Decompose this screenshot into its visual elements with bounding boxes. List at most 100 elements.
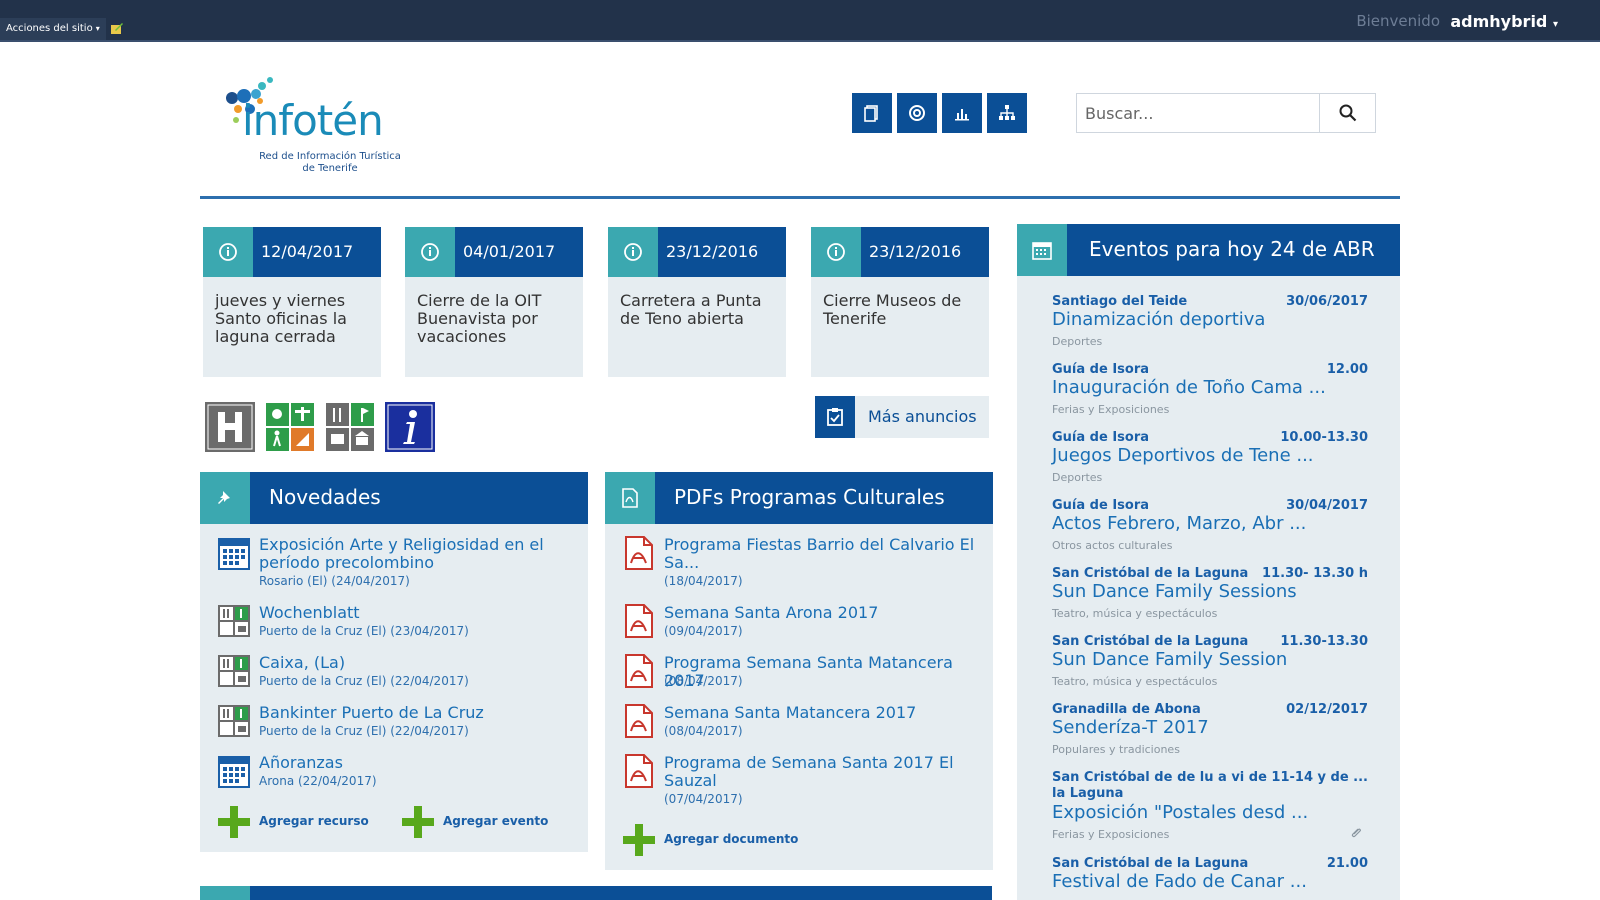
plus-icon bbox=[623, 824, 655, 856]
sitemap-icon bbox=[999, 105, 1015, 120]
list-item[interactable]: Caixa, (La) Puerto de la Cruz (El) (22/0… bbox=[218, 654, 578, 690]
calendar-icon bbox=[218, 756, 250, 788]
info-point-icon[interactable] bbox=[385, 402, 435, 452]
add-resource-button[interactable]: Agregar recurso bbox=[218, 806, 378, 840]
more-announcements-button[interactable]: Más anuncios bbox=[815, 396, 989, 438]
search-box bbox=[1076, 93, 1376, 133]
item-title: Bankinter Puerto de La Cruz bbox=[259, 703, 484, 722]
event-category: Ferias y Exposiciones bbox=[1052, 403, 1170, 416]
announcement-card[interactable]: 23/12/2016 Carretera a Punta de Teno abi… bbox=[608, 227, 786, 377]
event-item[interactable]: San Cristóbal de la Laguna 21.00 Festiva… bbox=[1052, 856, 1368, 900]
item-title: Wochenblatt bbox=[259, 603, 360, 622]
event-time: 02/12/2017 bbox=[1286, 702, 1368, 717]
list-item[interactable]: Semana Santa Arona 2017 (09/04/2017) bbox=[623, 604, 983, 640]
search-input[interactable] bbox=[1077, 94, 1317, 132]
item-subtitle: (08/04/2017) bbox=[664, 724, 743, 738]
event-place: San Cristóbal de la Laguna bbox=[1052, 634, 1249, 649]
item-title: Semana Santa Matancera 2017 bbox=[664, 703, 917, 722]
announcement-date: 12/04/2017 bbox=[261, 242, 354, 261]
logo-subtitle-line-2: de Tenerife bbox=[302, 163, 358, 174]
event-title: Sun Dance Family Sessions bbox=[1052, 581, 1297, 602]
event-title: Actos Febrero, Marzo, Abr ... bbox=[1052, 513, 1307, 534]
event-item[interactable]: Guía de Isora 10.00-13.30 Juegos Deporti… bbox=[1052, 430, 1368, 484]
event-item[interactable]: Santiago del Teide 30/06/2017 Dinamizaci… bbox=[1052, 294, 1368, 348]
announcement-header: 04/01/2017 bbox=[405, 227, 583, 277]
event-item[interactable]: Guía de Isora 30/04/2017 Actos Febrero, … bbox=[1052, 498, 1368, 552]
event-title: Senderíza-T 2017 bbox=[1052, 717, 1209, 738]
page: Acciones del sitio ▾ Bienvenido admhybrid… bbox=[0, 0, 1600, 900]
event-place: Guía de Isora bbox=[1052, 430, 1150, 445]
pdf-icon bbox=[625, 536, 653, 570]
item-subtitle: (09/04/2017) bbox=[664, 624, 743, 638]
list-item[interactable]: Exposición Arte y Religiosidad en el perí… bbox=[218, 535, 578, 588]
add-document-button[interactable]: Agregar documento bbox=[623, 824, 823, 858]
announcement-date: 23/12/2016 bbox=[869, 242, 962, 261]
list-item[interactable]: Programa Fiestas Barrio del Calvario El S… bbox=[623, 536, 984, 588]
item-subtitle: (18/04/2017) bbox=[664, 574, 743, 588]
announcement-card[interactable]: 23/12/2016 Cierre Museos de Tenerife bbox=[811, 227, 989, 377]
activities-icon[interactable] bbox=[265, 402, 315, 452]
item-title: Programa Fiestas Barrio del Calvario El S… bbox=[664, 536, 984, 572]
item-title: Programa de Semana Santa 2017 El Sauzal bbox=[664, 754, 984, 790]
event-time: 12.00 bbox=[1326, 362, 1368, 377]
announcement-card[interactable]: 12/04/2017 jueves y viernes Santo oficin… bbox=[203, 227, 381, 377]
event-place: Guía de Isora bbox=[1052, 362, 1150, 377]
calendar-icon bbox=[218, 538, 250, 570]
list-item[interactable]: Semana Santa Matancera 2017 (08/04/2017) bbox=[623, 704, 983, 740]
announcement-text: Cierre de la OIT Buenavista por vacacion… bbox=[417, 291, 542, 346]
list-item[interactable]: Bankinter Puerto de La Cruz Puerto de la… bbox=[218, 704, 578, 740]
site-actions-menu[interactable]: Acciones del sitio ▾ bbox=[0, 18, 106, 40]
logo-subtitle-line-1: Red de Información Turística bbox=[259, 151, 401, 162]
event-time: 30/04/2017 bbox=[1286, 498, 1368, 513]
event-title: Sun Dance Family Session bbox=[1052, 649, 1288, 670]
event-time: 11.30-13.30 bbox=[1280, 634, 1368, 649]
event-title: Juegos Deportivos de Tene ... bbox=[1052, 445, 1314, 466]
add-event-label: Agregar evento bbox=[443, 814, 549, 828]
announcement-date: 04/01/2017 bbox=[463, 242, 556, 261]
info-icon bbox=[405, 227, 455, 277]
document-icon bbox=[864, 105, 878, 122]
welcome-text: Bienvenido bbox=[1356, 12, 1440, 30]
list-item[interactable]: Programa de Semana Santa 2017 El Sauzal (… bbox=[623, 754, 984, 806]
sitemap-button[interactable] bbox=[987, 93, 1027, 133]
support-button[interactable] bbox=[897, 93, 937, 133]
event-time: 11.30- 13.30 h bbox=[1262, 566, 1368, 581]
list-item[interactable]: Programa Semana Santa Matancera 2017 (08… bbox=[623, 654, 983, 690]
event-item[interactable]: San Cristóbal de la Laguna 11.30-13.30 S… bbox=[1052, 634, 1368, 688]
item-title-line-2: Sauzal bbox=[664, 771, 717, 790]
resource-icon bbox=[218, 605, 250, 637]
item-title-line-1: Exposición Arte y Religiosidad en el bbox=[259, 535, 544, 554]
clipboard-check-icon bbox=[815, 396, 855, 438]
event-time: 10.00-13.30 bbox=[1280, 430, 1368, 445]
hotel-icon[interactable] bbox=[205, 402, 255, 452]
panel-icon bbox=[200, 886, 250, 900]
list-item[interactable]: Wochenblatt Puerto de la Cruz (El) (23/0… bbox=[218, 604, 578, 640]
novedades-title: Novedades bbox=[269, 485, 381, 509]
search-button[interactable] bbox=[1319, 94, 1375, 132]
list-item[interactable]: Añoranzas Arona (22/04/2017) bbox=[218, 754, 578, 790]
edit-page-icon[interactable] bbox=[110, 21, 124, 35]
services-icon[interactable] bbox=[325, 402, 375, 452]
event-title: Inauguración de Toño Cama ... bbox=[1052, 377, 1326, 398]
user-menu[interactable]: admhybrid ▾ bbox=[1450, 12, 1558, 31]
caret-down-icon: ▾ bbox=[1552, 19, 1558, 30]
event-item[interactable]: San Cristóbal de la Laguna de lu a vi de… bbox=[1052, 770, 1368, 842]
item-title-line-2: período precolombino bbox=[259, 553, 435, 572]
documents-button[interactable] bbox=[852, 93, 892, 133]
pdf-icon bbox=[625, 704, 653, 738]
event-item[interactable]: San Cristóbal de la Laguna 11.30- 13.30 … bbox=[1052, 566, 1368, 620]
event-place: Guía de Isora bbox=[1052, 498, 1150, 513]
event-category: Ferias y Exposiciones bbox=[1052, 828, 1170, 841]
event-place: San Cristóbal de la Laguna bbox=[1052, 856, 1249, 871]
info-icon bbox=[608, 227, 658, 277]
event-item[interactable]: Guía de Isora 12.00 Inauguración de Toño… bbox=[1052, 362, 1368, 416]
add-event-button[interactable]: Agregar evento bbox=[402, 806, 562, 840]
pdfs-title: PDFs Programas Culturales bbox=[674, 485, 945, 509]
event-item[interactable]: Granadilla de Abona 02/12/2017 Senderíza… bbox=[1052, 702, 1368, 756]
statistics-button[interactable] bbox=[942, 93, 982, 133]
announcement-header: 12/04/2017 bbox=[203, 227, 381, 277]
item-subtitle: (07/04/2017) bbox=[664, 792, 743, 806]
event-time: 21.00 bbox=[1326, 856, 1368, 871]
announcement-card[interactable]: 04/01/2017 Cierre de la OIT Buenavista p… bbox=[405, 227, 583, 377]
add-resource-label: Agregar recurso bbox=[259, 814, 369, 828]
